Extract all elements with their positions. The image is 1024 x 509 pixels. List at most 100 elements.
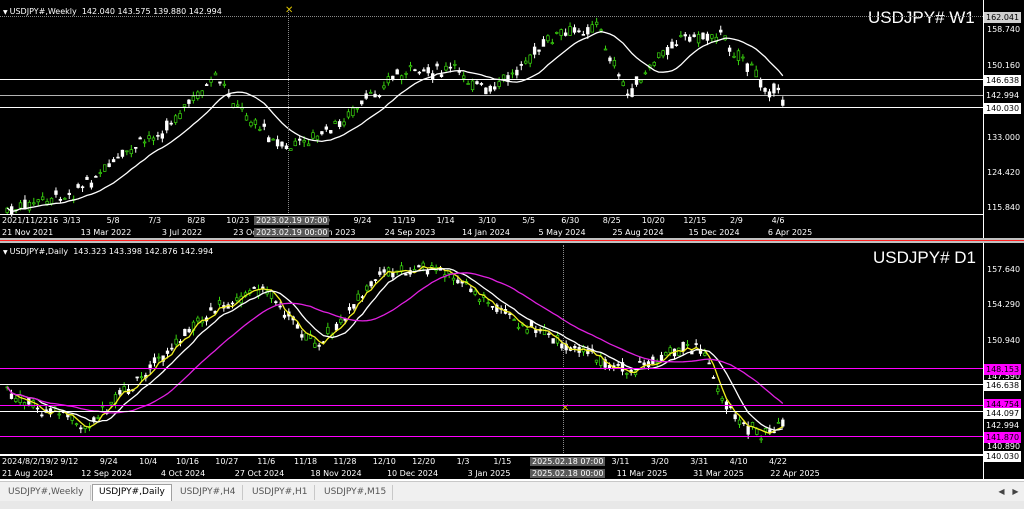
weekly-level-line[interactable] (0, 95, 983, 96)
weekly-candle-body (187, 99, 191, 104)
daily-short-moving-average-line (6, 265, 784, 434)
daily-price-plot[interactable] (0, 243, 983, 479)
weekly-candle-body (258, 129, 262, 131)
weekly-chart-window[interactable]: ▼ USDJPY#,Weekly 142.040 143.575 139.880 … (0, 0, 1024, 238)
weekly-y-tick: 150.160 (987, 61, 1021, 70)
daily-price-tag: 146.638 (984, 380, 1022, 391)
weekly-candle-body (408, 65, 413, 68)
tab-usdjpy-h4[interactable]: USDJPY#,H4 (174, 485, 243, 500)
daily-candle-body (295, 324, 300, 329)
weekly-time-tooltip-bottom: 2023.02.19 00:00 (254, 228, 330, 237)
daily-x-tick: 10/16 (175, 457, 199, 466)
weekly-candle-body (262, 123, 266, 127)
scroll-left-icon[interactable]: ◀ (996, 486, 1007, 497)
crosshair-icon: ✕ (285, 5, 294, 16)
weekly-candle-body (422, 69, 426, 72)
tab-usdjpy-weekly[interactable]: USDJPY#,Weekly (2, 485, 91, 500)
tab-usdjpy-daily[interactable]: USDJPY#,Daily (92, 484, 172, 502)
daily-candle-body (659, 354, 664, 361)
daily-time-axis[interactable]: 2024/8/2/19/2 9/12 9/24 10/4 10/16 10/27 11/6 1… (0, 455, 983, 480)
daily-candle-body (300, 334, 304, 338)
weekly-candle-body (781, 99, 785, 106)
weekly-x-date: 3 Jul 2022 (161, 228, 203, 237)
separator-red-line (0, 240, 1024, 241)
daily-x-tick: 10/27 (215, 457, 239, 466)
weekly-candle-body (617, 74, 621, 77)
weekly-candle-body (453, 63, 457, 66)
daily-candle-body (334, 323, 339, 331)
tab-usdjpy-h1[interactable]: USDJPY#,H1 (246, 485, 315, 500)
weekly-candle-body (58, 198, 63, 201)
daily-candle-body (547, 333, 551, 336)
tab-usdjpy-m15[interactable]: USDJPY#,M15 (318, 485, 394, 500)
daily-x-tick: 12/10 (372, 457, 396, 466)
daily-candle-body (313, 342, 317, 348)
scroll-right-icon[interactable]: ▶ (1010, 486, 1021, 497)
daily-candle-body (118, 390, 122, 395)
weekly-candle-body (612, 60, 617, 67)
weekly-x-tick: 12/15 (683, 216, 707, 225)
daily-chart-window[interactable]: ▼ USDJPY#,Daily 143.323 143.398 142.876 1… (0, 243, 1024, 479)
weekly-candle-body (448, 66, 453, 69)
daily-level-line[interactable] (0, 436, 983, 437)
weekly-candle-body (289, 148, 293, 151)
weekly-symbol-title: USDJPY#,Weekly (9, 7, 77, 16)
weekly-candle-body (346, 111, 351, 118)
daily-x-tick: 3/20 (650, 457, 669, 466)
daily-candle-body (122, 386, 126, 392)
weekly-candle-body (741, 56, 745, 59)
daily-candle-body (382, 269, 386, 273)
daily-candle-body (668, 347, 672, 353)
weekly-candle-body (36, 199, 40, 203)
daily-candle-body (508, 313, 512, 316)
weekly-candle-body (590, 24, 594, 33)
weekly-candle-body (599, 29, 603, 32)
daily-price-axis[interactable]: 157.640 154.290 150.940 147.590 140.890 … (983, 243, 1024, 479)
daily-x-date: 3 Jan 2025 (467, 469, 511, 478)
weekly-price-axis[interactable]: 158.740 150.160 133.000 124.420 115.840 … (983, 0, 1024, 238)
weekly-candle-body (271, 138, 275, 141)
weekly-level-line[interactable] (0, 107, 983, 108)
daily-candle-body (79, 427, 83, 430)
weekly-candle-body (683, 34, 687, 37)
weekly-x-date: 6 Apr 2025 (767, 228, 813, 237)
daily-x-tick: 9/12 (60, 457, 79, 466)
weekly-candle-body (395, 69, 399, 75)
daily-candle-body (694, 343, 698, 345)
weekly-price-plot[interactable] (0, 0, 983, 238)
weekly-candle-body (692, 34, 696, 37)
weekly-x-tick: 6/30 (561, 216, 580, 225)
weekly-candle-body (27, 202, 32, 211)
collapse-triangle-icon[interactable]: ▼ (3, 9, 8, 16)
daily-x-tick: 3/11 (611, 457, 630, 466)
daily-candle-body (716, 388, 720, 392)
weekly-candle-body (417, 71, 422, 74)
daily-candle-body (417, 265, 421, 268)
weekly-candle-body (661, 50, 665, 57)
weekly-candle-body (63, 197, 67, 200)
weekly-candle-body (736, 50, 741, 61)
weekly-candle-body (169, 122, 173, 125)
weekly-y-tick: 158.740 (987, 25, 1021, 34)
weekly-candle-body (178, 113, 182, 119)
daily-price-tag: 144.097 (984, 408, 1022, 419)
weekly-level-line[interactable] (0, 79, 983, 80)
daily-x-tick: 3/31 (690, 457, 709, 466)
weekly-candle-body (204, 84, 209, 87)
collapse-triangle-icon[interactable]: ▼ (3, 249, 8, 256)
daily-candle-body (451, 277, 456, 281)
weekly-candle-body (439, 74, 444, 77)
daily-level-line[interactable] (0, 384, 983, 385)
weekly-candle-body (559, 29, 563, 36)
weekly-candle-body (750, 63, 754, 66)
weekly-time-axis[interactable]: 2021/11/22163/135/87/38/2810/236/47/309/… (0, 214, 983, 239)
daily-level-line[interactable] (0, 405, 983, 406)
daily-candle-body (469, 288, 473, 293)
daily-level-line[interactable] (0, 368, 983, 369)
daily-level-line[interactable] (0, 411, 983, 412)
weekly-candle-body (85, 176, 89, 180)
daily-x-tick: 10/4 (139, 457, 158, 466)
daily-candle-body (486, 302, 490, 304)
daily-candle-body (737, 419, 742, 425)
daily-candle-body (57, 413, 61, 416)
